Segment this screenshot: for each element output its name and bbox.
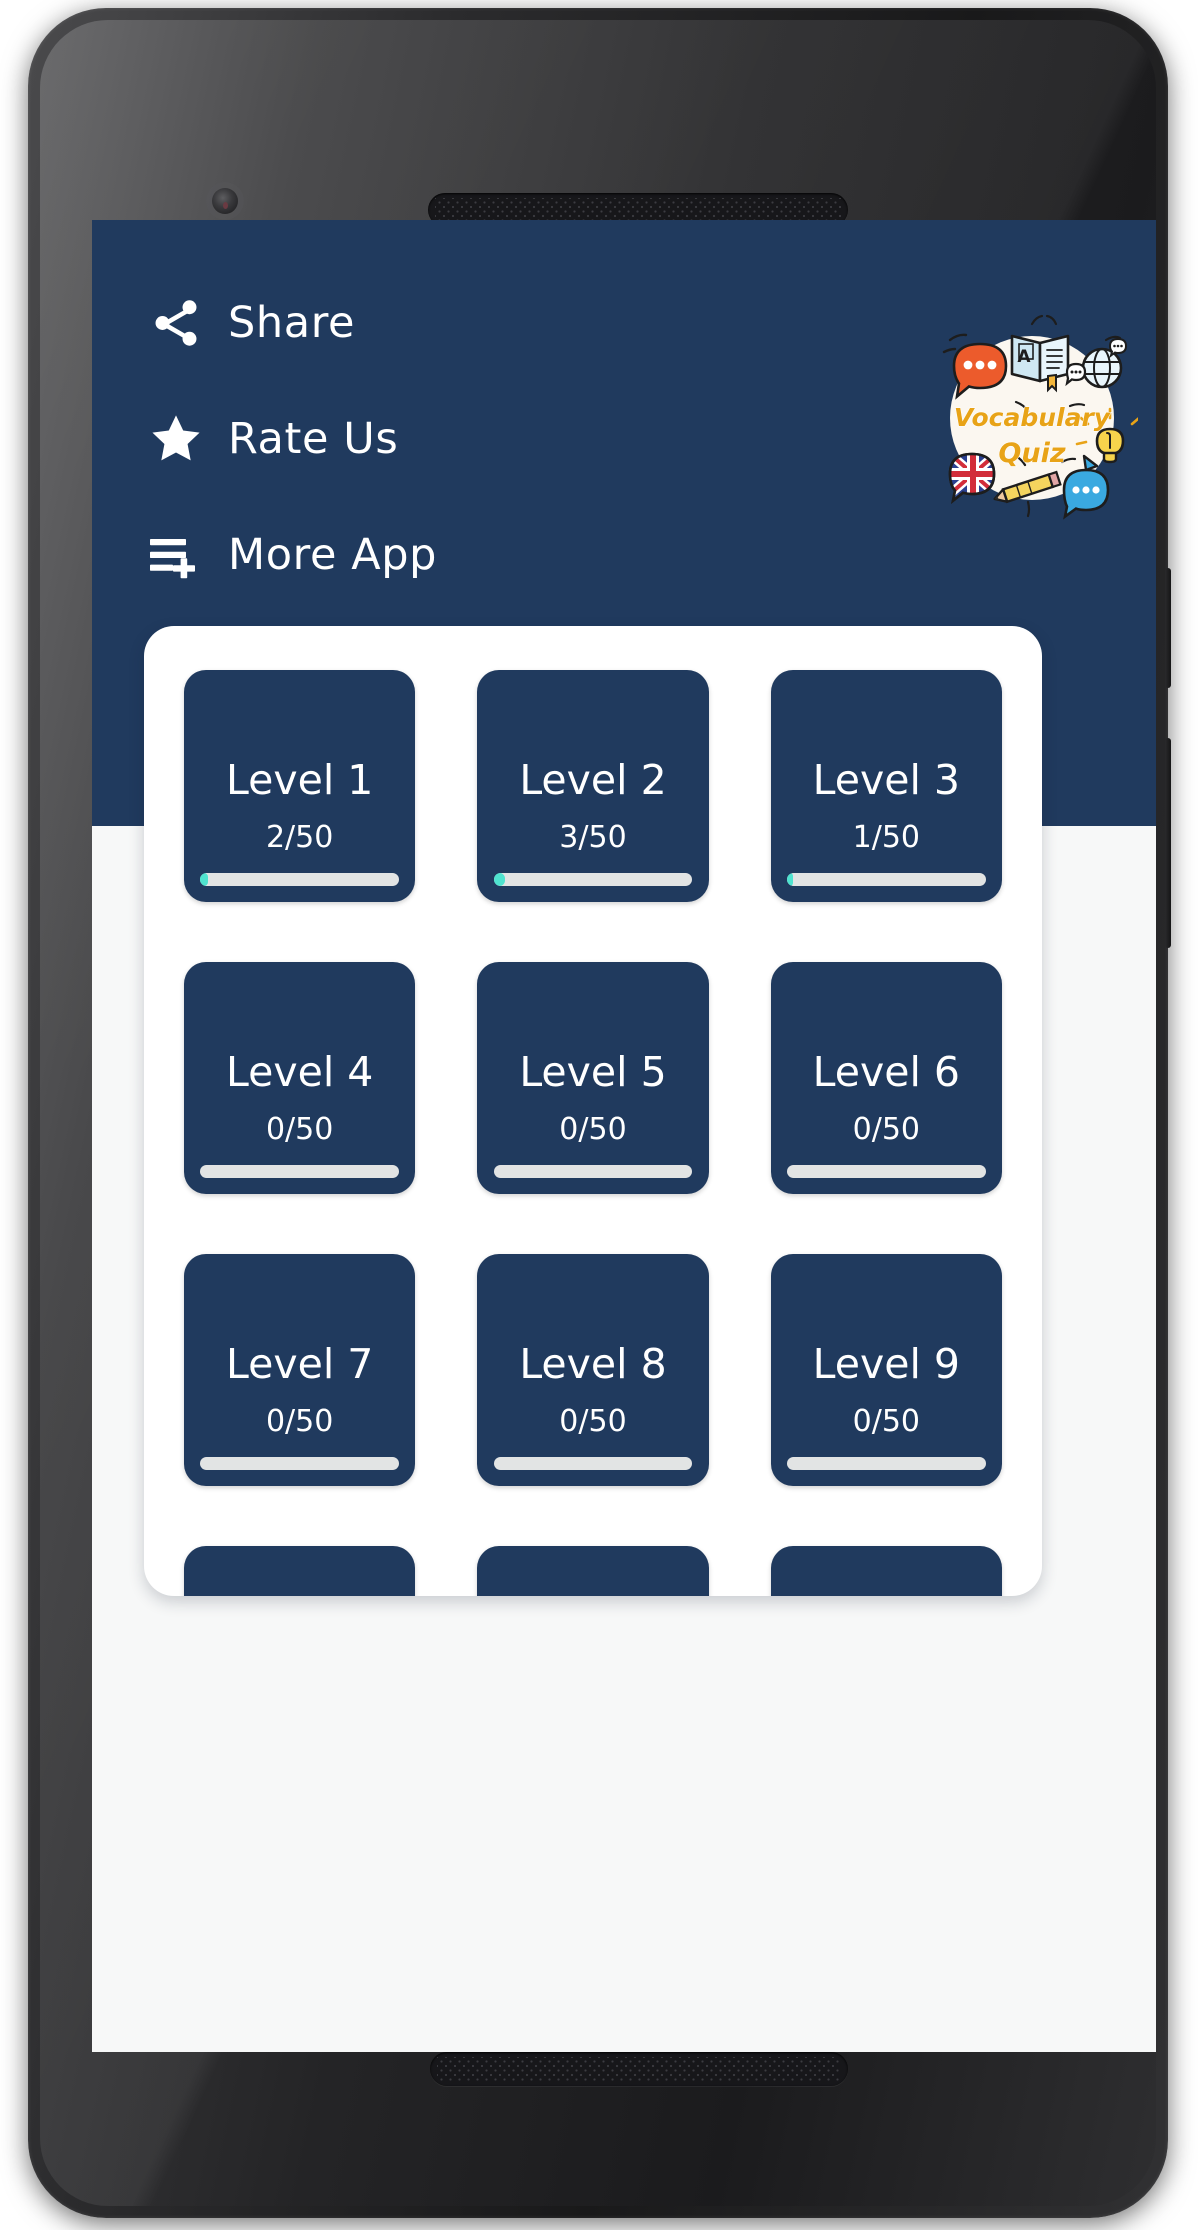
front-camera-icon [212, 188, 238, 214]
level-card[interactable]: Level 2 3/50 [477, 670, 709, 902]
playlist-add-icon [138, 531, 214, 579]
level-score: 0/50 [852, 1404, 920, 1439]
level-card[interactable]: Level 9 0/50 [770, 1254, 1002, 1486]
level-card[interactable]: Level 3 1/50 [770, 670, 1002, 902]
level-title: Level 8 [519, 1340, 667, 1388]
level-title: Level 6 [812, 1048, 960, 1096]
level-progress-fill [493, 873, 506, 886]
level-score: 0/50 [559, 1404, 627, 1439]
uk-flag-icon [948, 452, 996, 504]
volume-button[interactable] [1165, 568, 1171, 688]
menu-item-more-app[interactable]: More App [138, 514, 678, 596]
level-score: 0/50 [265, 1404, 334, 1439]
levels-panel: Level 1 2/50 Level 2 3/50 Level 3 1/50 L… [144, 626, 1042, 1596]
bottom-speaker-grille [430, 2052, 848, 2086]
speaker-holes [437, 2057, 841, 2081]
level-progress-bar [786, 1165, 986, 1178]
side-menu: Share Rate Us More App [138, 282, 678, 630]
level-score: 3/50 [559, 820, 627, 855]
logo-text-line2: Quiz [998, 438, 1065, 469]
level-card[interactable] [477, 1546, 709, 1596]
level-progress-fill [786, 873, 793, 886]
level-card[interactable]: Level 7 0/50 [184, 1254, 416, 1486]
levels-grid: Level 1 2/50 Level 2 3/50 Level 3 1/50 L… [144, 626, 1042, 1596]
level-progress-bar [200, 873, 400, 886]
menu-item-label: More App [228, 530, 438, 580]
level-title: Level 9 [812, 1340, 960, 1388]
level-progress-bar [786, 873, 986, 886]
menu-item-label: Share [228, 298, 356, 348]
level-score: 0/50 [559, 1112, 627, 1147]
level-progress-fill [200, 873, 209, 886]
level-progress-bar [493, 1457, 693, 1470]
level-progress-bar [493, 873, 693, 886]
level-title: Level 7 [225, 1340, 374, 1388]
level-card[interactable]: Level 6 0/50 [770, 962, 1002, 1194]
level-progress-bar [200, 1165, 400, 1178]
phone-device-frame: Share Rate Us More App A Vocabulary Quiz… [28, 8, 1171, 2218]
level-score: 0/50 [265, 1112, 334, 1147]
menu-item-share[interactable]: Share [138, 282, 678, 364]
level-card[interactable]: Level 1 2/50 [184, 670, 416, 902]
level-title: Level 2 [519, 756, 667, 804]
level-progress-bar [200, 1457, 400, 1470]
level-title: Level 4 [225, 1048, 374, 1096]
menu-item-rate-us[interactable]: Rate Us [138, 398, 678, 480]
level-title: Level 1 [225, 756, 374, 804]
level-card[interactable]: Level 5 0/50 [477, 962, 709, 1194]
level-score: 1/50 [852, 820, 920, 855]
menu-item-label: Rate Us [228, 414, 399, 464]
share-icon [138, 296, 214, 350]
phone-screen: Share Rate Us More App A Vocabulary Quiz… [92, 220, 1156, 2052]
level-title: Level 5 [519, 1048, 667, 1096]
level-card[interactable] [770, 1546, 1002, 1596]
level-title: Level 3 [812, 756, 960, 804]
level-card[interactable]: Level 8 0/50 [477, 1254, 709, 1486]
level-card[interactable] [184, 1546, 416, 1596]
app-logo: A Vocabulary Quiz [920, 306, 1138, 524]
level-progress-bar [786, 1457, 986, 1470]
speaker-holes [435, 198, 841, 222]
level-card[interactable]: Level 4 0/50 [184, 962, 416, 1194]
screenshot-stage: Share Rate Us More App A Vocabulary Quiz… [0, 0, 1198, 2230]
logo-text-line1: Vocabulary [954, 403, 1112, 432]
power-button[interactable] [1165, 738, 1171, 948]
level-score: 0/50 [852, 1112, 920, 1147]
star-icon [138, 411, 214, 467]
phone-bezel: Share Rate Us More App A Vocabulary Quiz… [40, 20, 1156, 2206]
camera-lens-dot [223, 201, 228, 209]
level-progress-bar [493, 1165, 693, 1178]
level-score: 2/50 [265, 820, 334, 855]
